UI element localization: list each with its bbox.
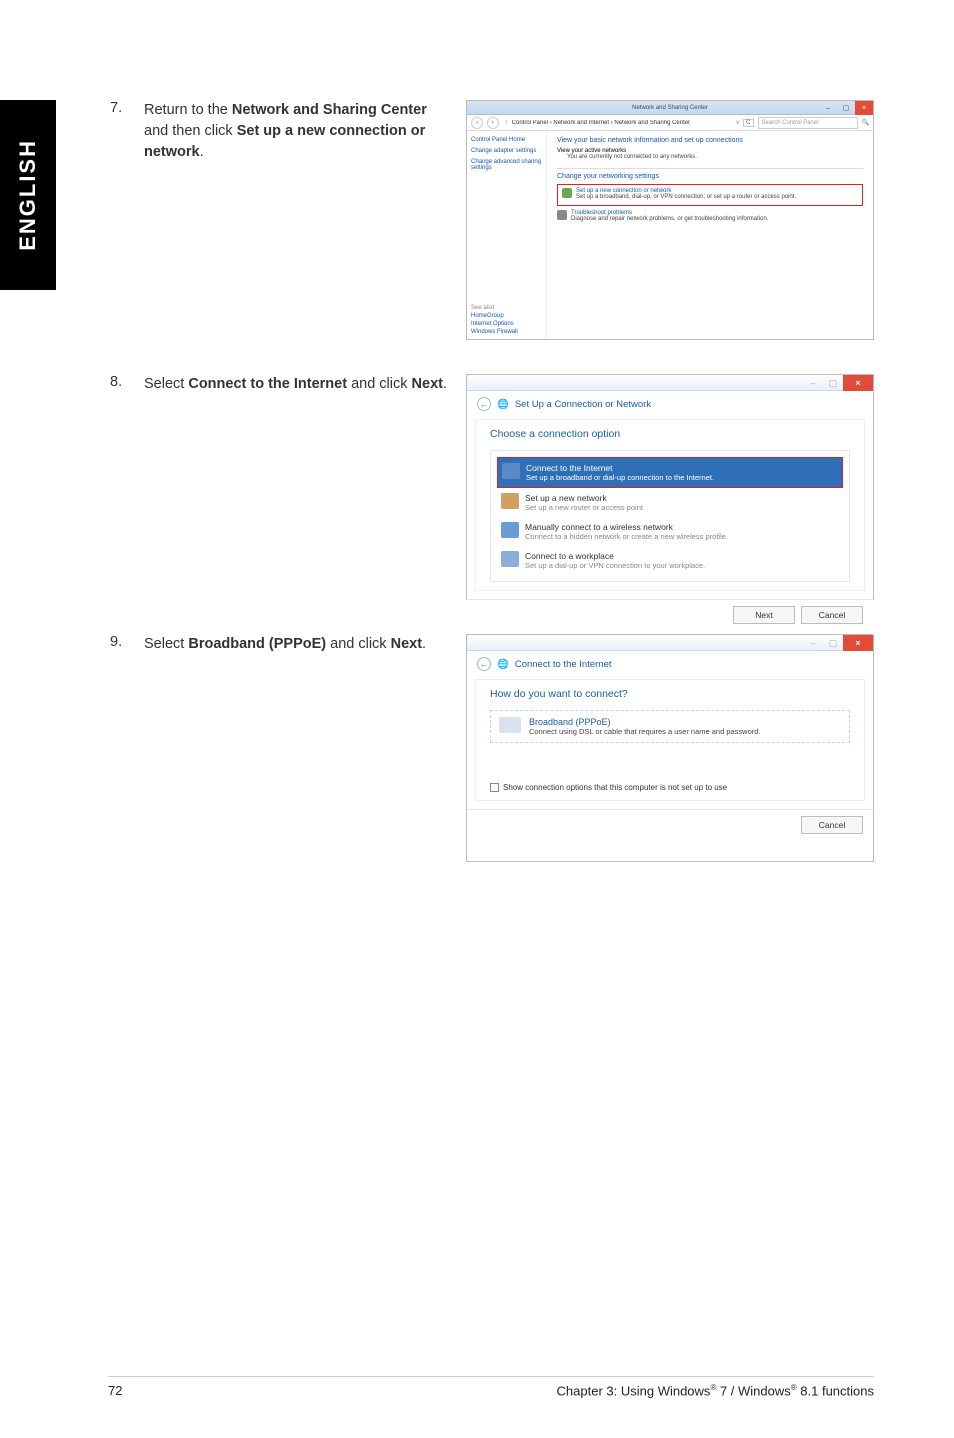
- up-button[interactable]: ↑: [505, 120, 508, 126]
- main-heading: View your basic network information and …: [557, 137, 863, 144]
- language-label: ENGLISH: [15, 139, 41, 251]
- step-7: 7. Return to the Network and Sharing Cen…: [110, 100, 874, 340]
- connection-option-list: Connect to the Internet Set up a broadba…: [490, 450, 850, 582]
- sidebar-item-home[interactable]: Control Panel Home: [471, 137, 542, 143]
- globe-icon: 🌐: [497, 399, 509, 410]
- see-also-internet-options[interactable]: Internet Options: [471, 321, 518, 327]
- window-title: Network and Sharing Center: [632, 105, 708, 111]
- close-button[interactable]: ×: [855, 101, 873, 115]
- back-button[interactable]: ←: [477, 397, 491, 411]
- see-also-firewall[interactable]: Windows Firewall: [471, 329, 518, 335]
- maximize-button[interactable]: ▢: [823, 635, 843, 651]
- option-desc: Connect to a hidden network or create a …: [525, 532, 728, 541]
- search-input[interactable]: Search Control Panel: [758, 117, 858, 129]
- option-title: Manually connect to a wireless network: [525, 522, 728, 532]
- active-networks-note: You are currently not connected to any n…: [567, 154, 863, 160]
- forward-button[interactable]: ›: [487, 117, 499, 129]
- screenshot-setup-connection-dialog: – ▢ × ← 🌐 Set Up a Connection or Network…: [466, 374, 874, 600]
- highlight-setup-connection: Set up a new connection or network Set u…: [557, 184, 863, 206]
- show-options-label: Show connection options that this comput…: [503, 783, 727, 792]
- change-settings-head: Change your networking settings: [557, 173, 863, 180]
- dialog-button-row: Cancel: [467, 809, 873, 842]
- option-icon: [501, 551, 519, 567]
- setup-connection-icon: [562, 188, 572, 198]
- window-titlebar: – ▢ ×: [467, 375, 873, 391]
- cancel-button[interactable]: Cancel: [801, 816, 863, 834]
- option-desc: Connect using DSL or cable that requires…: [529, 727, 761, 736]
- option-title: Connect to the Internet: [526, 463, 714, 473]
- dialog-button-row: Next Cancel: [467, 599, 873, 632]
- step-8: 8. Select Connect to the Internet and cl…: [110, 374, 874, 600]
- option-manual-wireless[interactable]: Manually connect to a wireless network C…: [497, 517, 843, 546]
- step-number: 7.: [110, 100, 144, 340]
- option-new-network[interactable]: Set up a new network Set up a new router…: [497, 488, 843, 517]
- step-instruction: Select Connect to the Internet and click…: [144, 374, 447, 600]
- globe-icon: 🌐: [497, 659, 509, 670]
- see-also: See also HomeGroup Internet Options Wind…: [471, 305, 518, 335]
- screenshot-network-sharing-center: Network and Sharing Center – ▢ × ‹ › ↑: [466, 100, 874, 340]
- option-icon: [501, 522, 519, 538]
- show-options-row: Show connection options that this comput…: [490, 783, 850, 792]
- step-instruction: Select Broadband (PPPoE) and click Next.: [144, 634, 426, 862]
- minimize-button[interactable]: –: [803, 635, 823, 651]
- step-number: 8.: [110, 374, 144, 600]
- how-heading: How do you want to connect?: [490, 688, 850, 700]
- close-button[interactable]: ×: [843, 375, 873, 391]
- highlight-connect-internet: Connect to the Internet Set up a broadba…: [497, 457, 843, 488]
- option-icon: [501, 493, 519, 509]
- option-title: Connect to a workplace: [525, 551, 705, 561]
- breadcrumb[interactable]: Control Panel › Network and Internet › N…: [512, 120, 733, 126]
- minimize-button[interactable]: –: [819, 101, 837, 115]
- close-button[interactable]: ×: [843, 635, 873, 651]
- dialog-title: Connect to the Internet: [515, 659, 612, 670]
- dialog-header: ← 🌐 Connect to the Internet: [467, 651, 873, 677]
- show-options-checkbox[interactable]: [490, 783, 499, 792]
- option-workplace[interactable]: Connect to a workplace Set up a dial-up …: [497, 546, 843, 575]
- choose-heading: Choose a connection option: [490, 428, 850, 440]
- footer-chapter: Chapter 3: Using Windows® 7 / Windows® 8…: [557, 1383, 874, 1398]
- step-instruction: Return to the Network and Sharing Center…: [144, 100, 450, 340]
- window-titlebar: – ▢ ×: [467, 635, 873, 651]
- option-broadband-pppoe[interactable]: Broadband (PPPoE) Connect using DSL or c…: [490, 710, 850, 743]
- cancel-button[interactable]: Cancel: [801, 606, 863, 624]
- page-number: 72: [108, 1383, 122, 1398]
- back-button[interactable]: ←: [477, 657, 491, 671]
- sidebar-item-sharing[interactable]: Change advanced sharing settings: [471, 159, 542, 171]
- dialog-header: ← 🌐 Set Up a Connection or Network: [467, 391, 873, 417]
- step-number: 9.: [110, 634, 144, 862]
- minimize-button[interactable]: –: [803, 375, 823, 391]
- option-title: Broadband (PPPoE): [529, 717, 761, 727]
- sidebar-item-adapter[interactable]: Change adapter settings: [471, 148, 542, 154]
- search-icon[interactable]: 🔍: [862, 119, 869, 126]
- see-also-homegroup[interactable]: HomeGroup: [471, 313, 518, 319]
- troubleshoot-desc: Diagnose and repair network problems, or…: [571, 216, 768, 222]
- option-desc: Set up a dial-up or VPN connection to yo…: [525, 561, 705, 570]
- broadband-icon: [499, 717, 521, 733]
- screenshot-connect-internet-dialog: – ▢ × ← 🌐 Connect to the Internet How do…: [466, 634, 874, 862]
- dialog-title: Set Up a Connection or Network: [515, 399, 651, 410]
- option-title: Set up a new network: [525, 493, 645, 503]
- setup-connection-desc: Set up a broadband, dial-up, or VPN conn…: [576, 194, 796, 200]
- see-also-head: See also: [471, 305, 518, 311]
- next-button[interactable]: Next: [733, 606, 795, 624]
- language-tab: ENGLISH: [0, 100, 56, 290]
- option-icon: [502, 463, 520, 479]
- page-footer: 72 Chapter 3: Using Windows® 7 / Windows…: [108, 1376, 874, 1398]
- address-bar: ‹ › ↑ Control Panel › Network and Intern…: [467, 115, 873, 131]
- maximize-button[interactable]: ▢: [837, 101, 855, 115]
- step-9: 9. Select Broadband (PPPoE) and click Ne…: [110, 634, 874, 862]
- maximize-button[interactable]: ▢: [823, 375, 843, 391]
- troubleshoot-icon: [557, 210, 567, 220]
- back-button[interactable]: ‹: [471, 117, 483, 129]
- window-titlebar: Network and Sharing Center – ▢ ×: [467, 101, 873, 115]
- option-connect-internet[interactable]: Connect to the Internet Set up a broadba…: [498, 458, 842, 487]
- option-desc: Set up a broadband or dial-up connection…: [526, 473, 714, 482]
- option-desc: Set up a new router or access point.: [525, 503, 645, 512]
